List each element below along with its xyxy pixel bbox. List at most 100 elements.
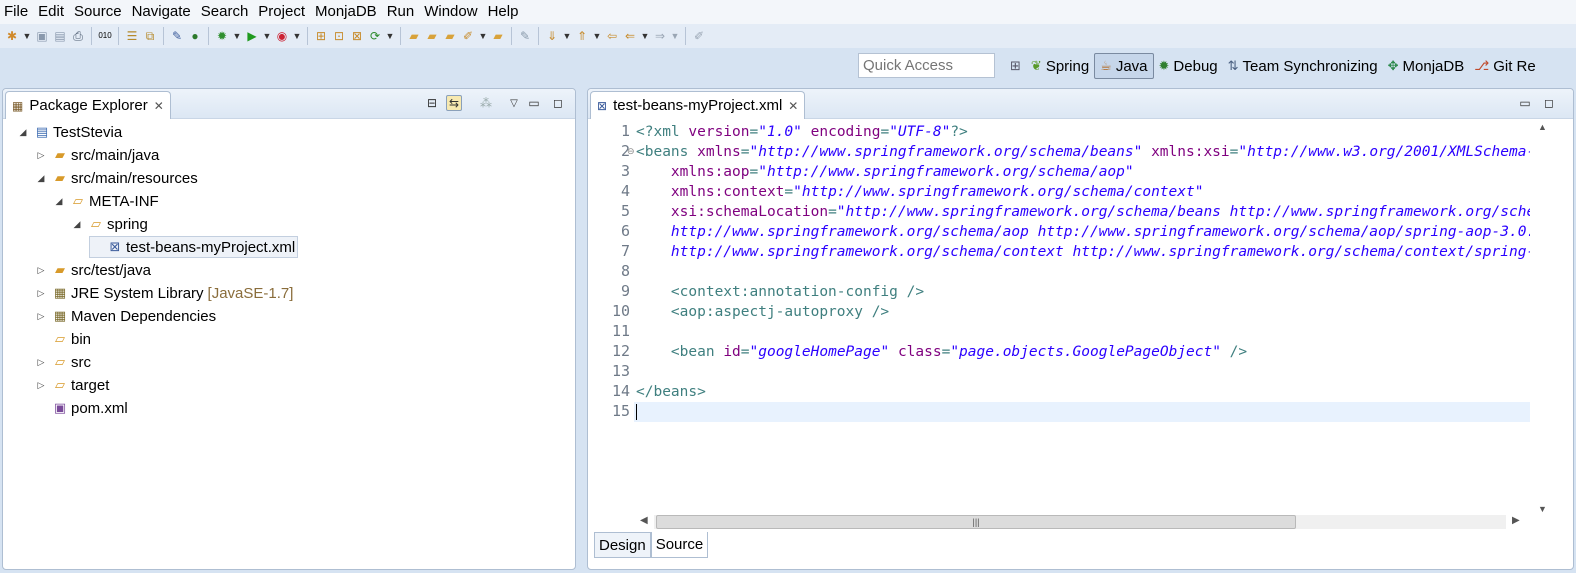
print-icon[interactable]: ⎙ [70, 28, 86, 44]
debug-icon[interactable]: ✹ [214, 28, 230, 44]
next-annotation-dropdown-icon[interactable]: ▼ [562, 28, 572, 44]
menu-help[interactable]: Help [483, 0, 524, 24]
annotation-icon[interactable]: ✎ [517, 28, 533, 44]
run-dropdown-icon[interactable]: ▼ [262, 28, 272, 44]
brush-icon[interactable]: ✐ [460, 28, 476, 44]
binary-icon[interactable]: 010 [97, 28, 113, 44]
collapsed-twistie-icon[interactable]: ▷ [35, 357, 47, 368]
perspective-monjadb[interactable]: ✥ MonjaDB [1383, 53, 1470, 79]
tree-item[interactable]: ▷ ▰ src/test/java [35, 259, 152, 281]
tree-item[interactable]: ▱ bin [35, 328, 91, 350]
previous-annotation-icon[interactable]: ⇑ [574, 28, 590, 44]
new-wizard-icon[interactable]: ✱ [4, 28, 20, 44]
menu-project[interactable]: Project [253, 0, 310, 24]
maximize-icon[interactable]: ◻ [1541, 95, 1557, 111]
tree-item[interactable]: ▷ ▱ src [35, 351, 91, 373]
open-folder-icon[interactable]: ▰ [424, 28, 440, 44]
perspective-team-synchronizing[interactable]: ⇅ Team Synchronizing [1223, 53, 1383, 79]
save-all-icon[interactable]: ▤ [52, 28, 68, 44]
expanded-twistie-icon[interactable]: ◢ [17, 127, 29, 138]
link-with-editor-icon[interactable]: ⇆ [446, 95, 462, 111]
menu-window[interactable]: Window [419, 0, 482, 24]
external-tools-icon[interactable]: ◉ [274, 28, 290, 44]
forward-icon[interactable]: ⇒ [652, 28, 668, 44]
external-tools-dropdown-icon[interactable]: ▼ [292, 28, 302, 44]
open-perspective-button[interactable]: ⊞ [1005, 53, 1026, 79]
tab-source[interactable]: Source [650, 532, 709, 558]
refresh-dropdown-icon[interactable]: ▼ [385, 28, 395, 44]
menu-monjadb[interactable]: MonjaDB [310, 0, 382, 24]
save-icon[interactable]: ▣ [34, 28, 50, 44]
collapsed-twistie-icon[interactable]: ▷ [35, 311, 47, 322]
perspective-debug[interactable]: ✹ Debug [1154, 53, 1223, 79]
tree-item[interactable]: ⊠ test-beans-myProject.xml [89, 236, 299, 258]
perspective-spring[interactable]: ❦ Spring [1026, 53, 1094, 79]
back-icon[interactable]: ⇐ [622, 28, 638, 44]
collapsed-twistie-icon[interactable]: ▷ [35, 265, 47, 276]
tree-item[interactable]: ◢ ▤ TestStevia [17, 121, 123, 143]
scroll-down-icon[interactable]: ▼ [1538, 504, 1547, 514]
tree-item[interactable]: ▣ pom.xml [35, 397, 128, 419]
scroll-left-icon[interactable]: ◀ [640, 515, 648, 526]
tab-package-explorer[interactable]: ▦ Package Explorer ✕ [5, 91, 171, 119]
open-folder-icon[interactable]: ▰ [442, 28, 458, 44]
maximize-icon[interactable]: ◻ [550, 95, 566, 111]
tab-test-beans-xml[interactable]: ⊠ test-beans-myProject.xml ✕ [590, 91, 806, 119]
quick-access-input[interactable] [858, 53, 995, 78]
menu-navigate[interactable]: Navigate [127, 0, 196, 24]
open-folder-icon[interactable]: ▰ [406, 28, 422, 44]
new-class-icon[interactable]: ⊠ [349, 28, 365, 44]
tree-item[interactable]: ▷ ▦ JRE System Library [JavaSE-1.7] [35, 282, 294, 304]
pin-editor-icon[interactable]: ✐ [691, 28, 707, 44]
minimize-icon[interactable]: ▭ [526, 95, 542, 111]
tree-item[interactable]: ◢ ▱ spring [71, 213, 148, 235]
collapsed-twistie-icon[interactable]: ▷ [35, 150, 47, 161]
last-edit-location-icon[interactable]: ⇦ [604, 28, 620, 44]
perspective-git-re[interactable]: ⎇ Git Re [1469, 53, 1541, 79]
collapsed-twistie-icon[interactable]: ▷ [35, 380, 47, 391]
scroll-right-icon[interactable]: ▶ [1512, 515, 1520, 526]
brush-dropdown-icon[interactable]: ▼ [478, 28, 488, 44]
close-icon[interactable]: ✕ [788, 99, 798, 113]
menu-edit[interactable]: Edit [33, 0, 69, 24]
tree-item[interactable]: ◢ ▰ src/main/resources [35, 167, 198, 189]
tree-item[interactable]: ▷ ▱ target [35, 374, 110, 396]
horizontal-scrollbar[interactable]: ◀ ||| ▶ [636, 513, 1524, 529]
refresh-icon[interactable]: ⟳ [367, 28, 383, 44]
forward-dropdown-icon[interactable]: ▼ [670, 28, 680, 44]
expanded-twistie-icon[interactable]: ◢ [35, 173, 47, 184]
menu-source[interactable]: Source [69, 0, 127, 24]
close-icon[interactable]: ✕ [154, 99, 164, 113]
open-type-icon[interactable]: ⧉ [142, 28, 158, 44]
tab-design[interactable]: Design [594, 532, 651, 558]
expanded-twistie-icon[interactable]: ◢ [53, 196, 65, 207]
perspective-java[interactable]: ☕ Java [1094, 53, 1154, 79]
collapse-all-icon[interactable]: ⊟ [424, 95, 440, 111]
new-java-project-icon[interactable]: ⊞ [313, 28, 329, 44]
view-menu-icon[interactable]: ▽ [506, 95, 522, 111]
new-dropdown-icon[interactable]: ▼ [22, 28, 32, 44]
tree-item[interactable]: ◢ ▱ META-INF [53, 190, 159, 212]
tree-item[interactable]: ▷ ▰ src/main/java [35, 144, 160, 166]
scroll-up-icon[interactable]: ▲ [1538, 122, 1547, 132]
scroll-thumb[interactable]: ||| [656, 515, 1296, 529]
vertical-scrollbar[interactable]: ▲ ▼ [1536, 122, 1550, 514]
xml-source-editor[interactable]: <?xml version="1.0" encoding="UTF-8"?> <b… [634, 122, 1530, 517]
pen-icon[interactable]: ✎ [169, 28, 185, 44]
previous-annotation-dropdown-icon[interactable]: ▼ [592, 28, 602, 44]
menu-file[interactable]: File [4, 0, 33, 24]
menu-run[interactable]: Run [382, 0, 420, 24]
filter-icon[interactable]: ⁂ [478, 95, 494, 111]
new-package-icon[interactable]: ⊡ [331, 28, 347, 44]
debug-dropdown-icon[interactable]: ▼ [232, 28, 242, 44]
monjadb-leaf-icon[interactable]: ● [187, 28, 203, 44]
expanded-twistie-icon[interactable]: ◢ [71, 219, 83, 230]
menu-search[interactable]: Search [196, 0, 254, 24]
tree-item[interactable]: ▷ ▦ Maven Dependencies [35, 305, 217, 327]
task-icon[interactable]: ☰ [124, 28, 140, 44]
next-annotation-icon[interactable]: ⇓ [544, 28, 560, 44]
minimize-icon[interactable]: ▭ [1517, 95, 1533, 111]
back-dropdown-icon[interactable]: ▼ [640, 28, 650, 44]
collapsed-twistie-icon[interactable]: ▷ [35, 288, 47, 299]
open-folder-icon[interactable]: ▰ [490, 28, 506, 44]
